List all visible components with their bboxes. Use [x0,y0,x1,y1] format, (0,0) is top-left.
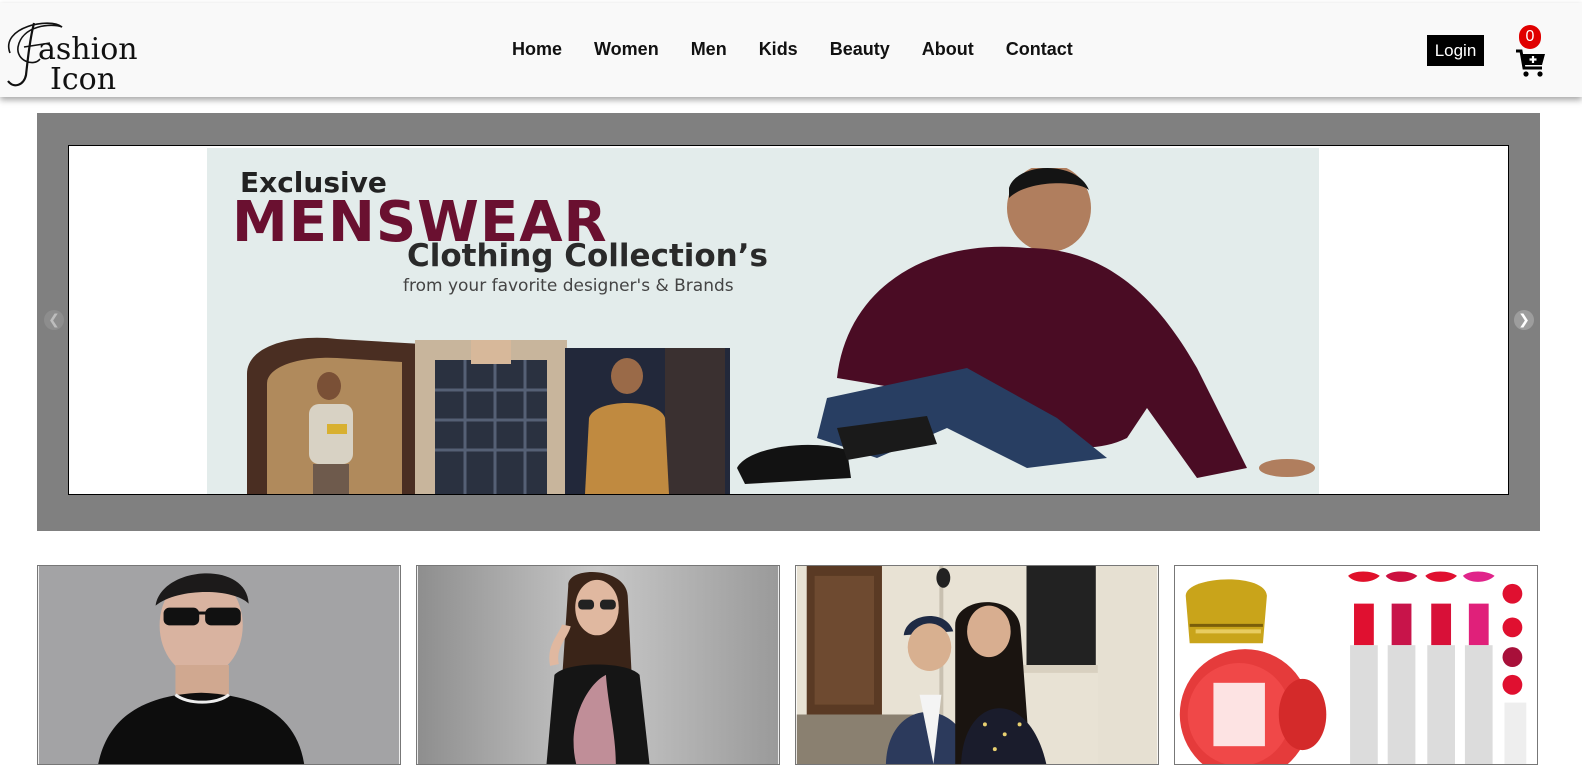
nav-women[interactable]: Women [578,39,675,60]
collage-photo-plaid [415,340,567,494]
banner-line-from: from your favorite designer's & Brands [403,276,734,296]
nav-home[interactable]: Home [512,39,578,60]
nav-about[interactable]: About [906,39,990,60]
chevron-left-icon: ❮ [48,312,60,328]
carousel-slide[interactable]: Exclusive MENSWEAR Clothing Collection’s… [68,145,1509,495]
beauty-category-photo [1175,566,1537,764]
collage-photo-mirror [247,337,422,494]
menswear-banner: Exclusive MENSWEAR Clothing Collection’s… [207,148,1319,494]
category-card-women[interactable] [416,565,780,765]
women-category-photo [417,566,779,764]
category-cards [37,565,1540,765]
kids-category-photo [796,566,1158,764]
nav-men[interactable]: Men [675,39,743,60]
main-menu: Home Women Men Kids Beauty About Contact [512,39,1089,60]
men-category-photo [38,566,400,764]
banner-line-collection: Clothing Collection’s [407,238,768,274]
chevron-right-icon: ❯ [1518,312,1530,328]
fashion-icon-logo: ashion Icon [7,22,138,97]
cart-count-badge: 0 [1519,25,1541,49]
svg-text:Icon: Icon [50,62,116,93]
nav-beauty[interactable]: Beauty [814,39,906,60]
category-card-kids[interactable] [795,565,1159,765]
cart-icon[interactable] [1515,48,1547,78]
model-seated-photo [737,168,1315,484]
carousel-prev-button[interactable]: ❮ [44,310,64,330]
category-card-beauty[interactable] [1174,565,1538,765]
hero-carousel: Exclusive MENSWEAR Clothing Collection’s… [37,113,1540,531]
nav-kids[interactable]: Kids [743,39,814,60]
login-button[interactable]: Login [1427,35,1484,66]
brand-logo[interactable]: ashion Icon [4,13,154,97]
category-card-men[interactable] [37,565,401,765]
site-header: ashion Icon Home Women Men Kids Beauty A… [0,3,1582,97]
carousel-next-button[interactable]: ❯ [1514,310,1534,330]
collage-photo-kurta [565,348,730,494]
nav-contact[interactable]: Contact [990,39,1089,60]
